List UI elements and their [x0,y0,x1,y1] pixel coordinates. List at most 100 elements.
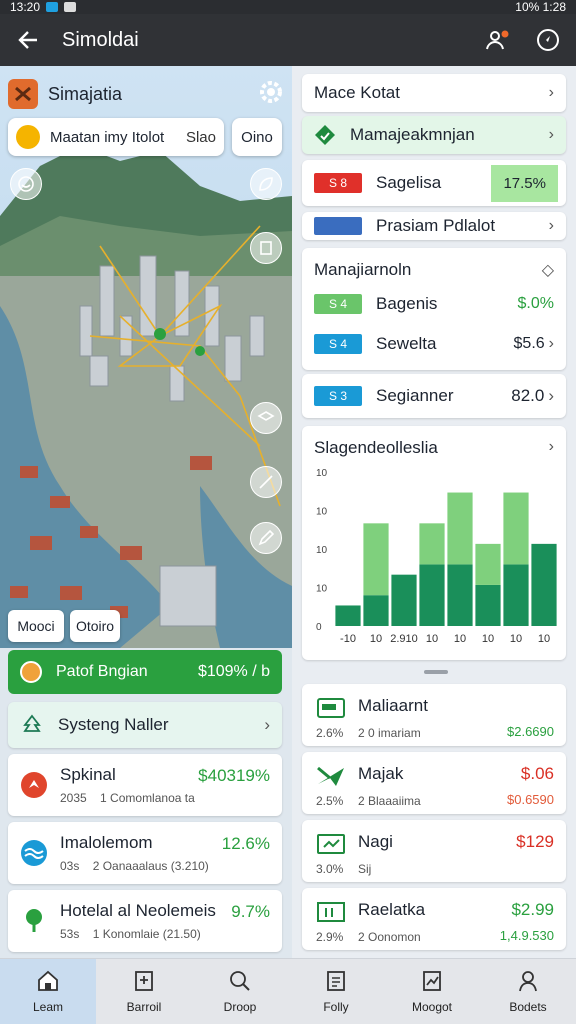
x-tick-label: 10 [426,633,438,645]
map-chip-right[interactable]: Otoiro [70,610,120,642]
wave-icon [21,840,47,866]
row-title: Mamajeakmnjan [350,125,475,144]
invoice-icon [317,902,345,922]
tag-badge: S 4 [314,334,362,354]
chevron-right-icon: › [548,84,554,101]
status-right: 10% 1:28 [515,0,566,14]
chart-bar[interactable] [447,492,473,565]
fin-sub1: 2.5% [316,794,344,808]
row-value: $5.6 [513,335,545,352]
stat-row[interactable]: S 4 Bagenis $.0% [314,294,554,314]
nav-search[interactable]: Droop [192,959,288,1024]
list-item[interactable]: Imalolemom 03s 2 Oanaaalaus (3.210) 12.6… [8,822,282,884]
chart-bar[interactable] [475,584,501,626]
layer-tool-button[interactable] [250,402,282,434]
nav-home[interactable]: Leam [0,959,96,1024]
chart-bar[interactable] [419,523,445,565]
smile-icon [18,176,34,192]
search-input[interactable]: Maatan imy Itolot [50,129,164,146]
row-label: Bagenis [376,294,438,313]
leaf-tool-button[interactable] [250,168,282,200]
fin-sub2: 2 Blaaaiima [358,794,421,808]
leaf-icon [259,177,273,191]
finance-item[interactable]: Majak 2.5% 2 Blaaaiima $.06 $0.6590 [302,752,566,814]
settings-button[interactable] [258,79,284,110]
emoji-icon [16,125,40,149]
tag-badge: S 3 [314,386,362,406]
map-chip-left[interactable]: Mooci [8,610,64,642]
chevron-right-icon: › [548,217,554,234]
chart-bar[interactable] [335,605,361,626]
x-tick-label: 10 [510,633,522,645]
nav-moogot[interactable]: Moogot [384,959,480,1024]
building-tool-button[interactable] [250,232,282,264]
edit-tool-button[interactable] [250,522,282,554]
bottom-nav: Leam Barroil Droop Folly Moogot Bodets [0,958,576,1024]
face-tool-button[interactable] [10,168,42,200]
map-header: Simajatia [8,74,284,114]
fin-value: $.06 [520,764,554,783]
diamond-icon [315,125,335,145]
list-item[interactable]: Hotelal al Neolemeis 53s 1 Konomlaie (21… [8,890,282,952]
users-button[interactable] [484,26,512,54]
drag-handle[interactable] [424,670,448,674]
x-tick-label: 10 [482,633,494,645]
prasiam-row[interactable]: Prasiam Pdlalot › [302,212,566,240]
y-tick-label: 10 [316,468,328,479]
row-label: Sewelta [376,334,437,353]
chart-bar[interactable] [363,523,389,596]
stat-row[interactable]: S 3 Segianner 82.0 › [302,374,566,418]
nav-barroil[interactable]: Barroil [96,959,192,1024]
back-button[interactable] [14,26,42,54]
measure-tool-button[interactable] [250,466,282,498]
chart-bar[interactable] [363,595,389,626]
mace-kotat-row[interactable]: Mace Kotat › [302,74,566,112]
finance-item[interactable]: Nagi 3.0% Sij $129 [302,820,566,882]
chart-bar[interactable] [447,564,473,626]
search-suffix: Slao [185,128,216,146]
chart-bar[interactable] [391,574,417,626]
nav-label: Leam [32,999,64,1014]
nav-folly[interactable]: Folly [288,959,384,1024]
fin-value: $129 [516,832,554,851]
manajiarnoln-card: Manajiarnoln ◇ S 4 Bagenis $.0% S 4 Sewe… [302,248,566,370]
fin-title: Raelatka [358,900,426,919]
info-button[interactable] [534,26,562,54]
eye-icon[interactable]: ◇ [542,260,554,280]
user-icon [519,970,537,991]
list-item[interactable]: Spkinal 2035 1 Comomlanoa ta $40319% [8,754,282,816]
chevron-right-icon: › [548,335,554,352]
chart-bar[interactable] [475,543,501,585]
highlight-row[interactable]: Mamajeakmnjan › [302,116,566,154]
stat-row[interactable]: S 4 Sewelta $5.6 › [314,334,554,354]
status-bar: 13:20 10% 1:28 [0,0,576,14]
systems-header[interactable]: Systeng Naller › [8,702,282,748]
nav-bodets[interactable]: Bodets [480,959,576,1024]
chart-bar[interactable] [503,564,529,626]
item-sub1: 2035 [60,791,87,805]
app-logo [8,79,38,109]
chart-bar[interactable] [503,492,529,565]
chart-bar[interactable] [419,564,445,626]
chart-bar[interactable] [531,543,557,626]
finance-item[interactable]: Raelatka 2.9% 2 Oonomon $2.99 1,4.9.530 [302,888,566,950]
finance-item[interactable]: Maliaarnt 2.6% 2 0 imariam $2.6690 [302,684,566,746]
bar-chart-card: Slagendeolleslia › 10 10 10 10 0 -10 10 2.910 10… [302,426,566,660]
balance-bar[interactable]: Patof Bngian $109% / b [8,650,282,694]
app-bar: Simoldai [0,14,576,66]
notification-icon [46,2,59,12]
fin-value2: $0.6590 [507,792,554,807]
options-button[interactable]: Oino [232,118,282,156]
nav-label: Bodets [509,999,547,1014]
y-tick-label: 10 [316,584,328,595]
app-name: Simajatia [48,83,123,104]
stat-row[interactable]: S 8 Sagelisa 17.5% [302,160,566,206]
left-panel: Simajatia Maatan imy Itolot Slao Oino Mo… [0,66,292,958]
item-sub1: 53s [60,927,80,941]
search-bar[interactable]: Maatan imy Itolot Slao [8,118,224,156]
nav-label: Moogot [411,999,453,1014]
fin-title: Majak [358,764,404,783]
item-sub2: 2 Oanaaalaus (3.210) [92,859,209,873]
flame-icon [21,772,47,798]
x-tick-label: 10 [370,633,382,645]
